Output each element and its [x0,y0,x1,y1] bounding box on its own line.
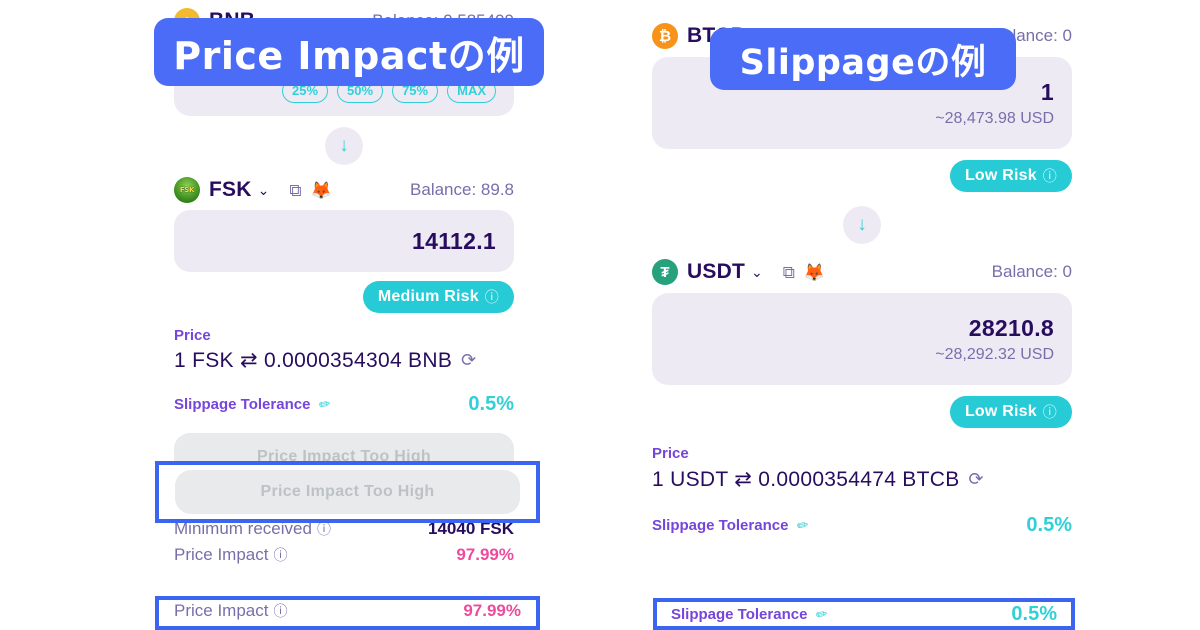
left-price-value: 1 FSK ⇄ 0.0000354304 BNB [174,349,453,372]
left-cta-label-overlay: Price Impact Too High [260,483,435,500]
summary-label: Price Impact [174,545,269,564]
tether-token-icon: ₮ [652,259,678,285]
pencil-icon[interactable]: ✏ [815,605,830,624]
right-price-block: Price 1 USDT ⇄ 0.0000354474 BTCB ⟳ [652,445,1072,492]
right-slippage-value: 0.5% [1026,514,1072,536]
copy-icon[interactable]: ⧉ [783,264,795,281]
summary-row-minimum-received: Minimum received ⓘ 14040 FSK [174,519,514,539]
right-slippage-label: Slippage Tolerance [671,606,808,623]
pencil-icon[interactable]: ✏ [318,395,333,414]
chevron-down-icon[interactable]: ⌄ [258,182,270,199]
right-to-token-row[interactable]: ₮ USDT ⌄ ⧉ 🦊 Balance: 0 [652,258,1072,286]
left-swap-direction-button[interactable]: ↓ [325,127,363,165]
chevron-down-icon[interactable]: ⌄ [751,264,763,281]
summary-value: 97.99% [456,545,514,564]
summary-value: 14040 FSK [428,519,514,538]
summary-label: Minimum received [174,519,312,538]
copy-icon[interactable]: ⧉ [289,182,301,199]
left-price-block: Price 1 FSK ⇄ 0.0000354304 BNB ⟳ [174,327,514,373]
right-price-label: Price [652,445,689,462]
left-price-value-row: 1 FSK ⇄ 0.0000354304 BNB ⟳ [174,348,514,373]
right-slippage-row-overlay[interactable]: Slippage Tolerance ✏ 0.5% [671,603,1057,626]
right-price-value: 1 USDT ⇄ 0.0000354474 BTCB [652,468,960,491]
right-to-balance: Balance: 0 [991,262,1072,281]
right-risk-row-top: Low Risk ⓘ [652,160,1072,192]
left-price-label: Price [174,327,211,344]
left-slippage-value: 0.5% [468,393,514,415]
refresh-icon[interactable]: ⟳ [461,350,476,371]
pencil-icon[interactable]: ✏ [796,516,811,535]
right-swap-panel: ₿ BTCB Balance: 0 1 ~28,473.98 USD Low R… [652,22,1072,537]
arrow-down-icon: ↓ [857,214,867,235]
left-swap-direction-wrap: ↓ [174,127,514,165]
left-to-token-row[interactable]: FSK FSK ⌄ ⧉ 🦊 Balance: 89.8 [174,177,514,203]
left-cta-label: Price Impact Too High [256,448,432,465]
left-summary-block: Minimum received ⓘ 14040 FSK Price Impac… [174,519,514,565]
arrow-down-icon: ↓ [339,135,349,156]
right-price-value-row: 1 USDT ⇄ 0.0000354474 BTCB ⟳ [652,467,1072,492]
left-to-amount-card[interactable]: 14112.1 [174,210,514,272]
bitcoin-token-icon: ₿ [652,23,678,49]
right-risk-label-bottom: Low Risk [964,403,1037,420]
summary-value: 97.99% [463,601,521,620]
left-risk-row: Medium Risk ⓘ [174,281,514,313]
right-to-token-symbol: USDT [687,260,745,283]
left-to-token-symbol: FSK [209,178,252,201]
caption-price-impact: Price Impactの例 [154,18,544,86]
fsk-token-icon: FSK [174,177,200,203]
screenshot-root: ◆ BNB Balance: 0.585499 ~158.55 USD 25% … [0,0,1200,630]
question-circle-icon[interactable]: ⓘ [273,545,287,565]
left-slippage-row[interactable]: Slippage Tolerance ✏ 0.5% [174,393,514,416]
right-from-amount: 1 [1040,78,1054,105]
metamask-fox-icon[interactable]: 🦊 [804,264,825,281]
right-slippage-row[interactable]: Slippage Tolerance ✏ 0.5% [652,514,1072,537]
right-risk-row-bottom: Low Risk ⓘ [652,396,1072,428]
left-risk-badge[interactable]: Medium Risk ⓘ [362,281,514,313]
refresh-icon[interactable]: ⟳ [969,469,984,490]
question-circle-icon[interactable]: ⓘ [1043,166,1057,186]
right-to-amount: 28210.8 [968,314,1054,341]
caption-price-impact-text: Price Impactの例 [173,33,525,78]
left-slippage-label: Slippage Tolerance [174,396,311,413]
question-circle-icon[interactable]: ⓘ [273,601,287,621]
left-cta-button-overlay[interactable]: Price Impact Too High [175,470,520,514]
metamask-fox-icon[interactable]: 🦊 [310,182,331,199]
right-to-amount-card[interactable]: 28210.8 ~28,292.32 USD [652,293,1072,385]
summary-row-price-impact-overlay: Price Impact ⓘ 97.99% [174,601,521,621]
caption-slippage: Slippageの例 [710,28,1016,90]
right-slippage-value: 0.5% [1011,603,1057,625]
right-risk-label-top: Low Risk [964,167,1037,184]
right-from-usd: ~28,473.98 USD [935,109,1054,127]
left-risk-label: Medium Risk [377,288,479,305]
question-circle-icon[interactable]: ⓘ [317,519,331,539]
left-to-amount: 14112.1 [412,227,496,254]
question-circle-icon[interactable]: ⓘ [1043,402,1057,422]
right-swap-direction-button[interactable]: ↓ [843,206,881,244]
right-slippage-label: Slippage Tolerance [652,517,789,534]
right-risk-badge-top[interactable]: Low Risk ⓘ [949,160,1072,192]
summary-row-price-impact: Price Impact ⓘ 97.99% [174,545,514,565]
caption-slippage-text: Slippageの例 [739,42,987,83]
right-swap-direction-wrap: ↓ [652,206,1072,244]
question-circle-icon[interactable]: ⓘ [485,287,499,307]
left-to-balance: Balance: 89.8 [410,180,514,199]
right-risk-badge-bottom[interactable]: Low Risk ⓘ [949,396,1072,428]
summary-label: Price Impact [174,601,269,620]
right-to-usd: ~28,292.32 USD [935,345,1054,363]
